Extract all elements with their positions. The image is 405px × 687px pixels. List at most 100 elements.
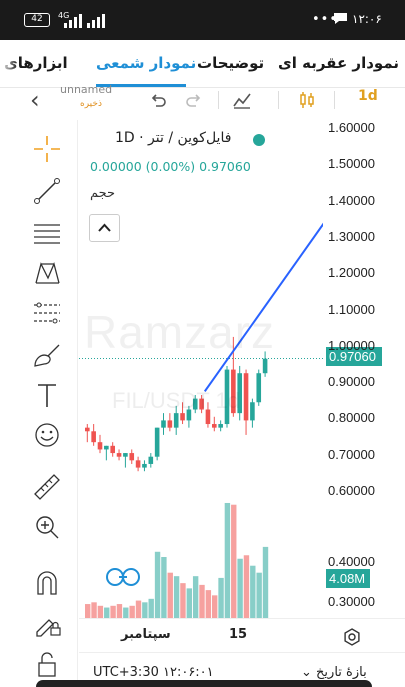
candle-body	[97, 442, 103, 450]
volume-bar	[256, 572, 262, 618]
volume-bar	[180, 583, 186, 618]
price-tick-label: 1.40000	[328, 192, 375, 208]
volume-bar	[97, 605, 104, 618]
volume-bar	[173, 576, 180, 618]
price-tick-label: 1.20000	[328, 265, 375, 281]
time-axis[interactable]: سپتامبر 15	[79, 618, 405, 652]
lock-icon[interactable]	[30, 648, 64, 682]
volume-bar	[116, 604, 123, 618]
indicators-icon[interactable]	[232, 90, 252, 110]
save-status: ذخیره	[80, 99, 102, 109]
tab-fade	[0, 40, 18, 86]
volume-bar	[243, 555, 250, 618]
horizontal-lines-icon[interactable]	[30, 216, 64, 250]
interval-selector[interactable]: 1d	[358, 88, 378, 104]
price-tick-label: 0.40000	[328, 554, 375, 569]
price-axis[interactable]: 0.97060 4.08M 1.60000 1.50000 1.40000 1.300…	[323, 116, 405, 618]
ruler-icon[interactable]	[30, 470, 64, 504]
emoji-icon[interactable]	[30, 418, 64, 452]
volume-bar	[199, 584, 205, 618]
timezone-clock[interactable]: UTC+3:30 ۱۲:۰۶:۰۱	[93, 665, 214, 680]
volume-bar	[85, 604, 91, 618]
chevron-up-icon	[98, 223, 111, 232]
layout-name[interactable]: unnamed	[60, 83, 112, 96]
candle-body	[142, 463, 147, 468]
tab-candlestick-chart[interactable]: نمودار شمعی	[96, 54, 196, 72]
bottom-sheet-handle[interactable]	[36, 680, 372, 687]
tab-description[interactable]: توضیحات	[197, 54, 264, 72]
battery-icon: 42	[24, 13, 50, 27]
date-range-label: بازهٔ تاریخ	[316, 665, 367, 680]
zoom-in-icon[interactable]	[30, 510, 64, 544]
volume-bar	[104, 607, 110, 618]
tab-bar: نمودار عقربه ای توضیحات نمودار شمعی ابزا…	[0, 40, 405, 88]
price-tick-label: 0.30000	[328, 594, 375, 609]
drawing-toolbar	[0, 120, 78, 687]
ohlc-values: 0.00000 (0.00%) 0.97060	[90, 159, 251, 174]
candle-body	[173, 413, 179, 428]
collapse-legend-button[interactable]	[89, 214, 120, 242]
volume-bar	[135, 600, 142, 618]
candle-body	[85, 427, 90, 432]
brush-icon[interactable]	[30, 338, 64, 372]
crosshair-icon[interactable]	[30, 132, 64, 166]
lock-drawings-icon[interactable]	[30, 606, 64, 640]
candle-body	[116, 453, 122, 457]
volume-bar	[91, 602, 97, 618]
price-tick-label: 1.10000	[328, 301, 375, 317]
month-label: سپتامبر	[121, 627, 171, 642]
price-tick-label: 1.00000	[328, 337, 375, 353]
date-range-button[interactable]: ⌄ بازهٔ تاریخ	[301, 665, 367, 680]
signal-icon	[64, 14, 105, 28]
text-icon[interactable]	[30, 378, 64, 412]
toolbar-divider	[218, 91, 219, 109]
chevron-down-icon: ⌄	[301, 665, 317, 680]
watermark-symbol: FIL/USDT 1d	[112, 388, 240, 413]
price-tick-label: 0.90000	[328, 374, 375, 390]
symbol-title[interactable]: فایل‌کوین / تتر · 1D	[115, 130, 231, 146]
redo-icon[interactable]	[184, 90, 204, 110]
candle-body	[218, 424, 223, 428]
message-icon	[334, 13, 347, 24]
candlestick-chart[interactable]	[79, 116, 323, 618]
volume-bar	[192, 576, 199, 618]
volume-bar	[250, 565, 256, 618]
tab-line-chart[interactable]: نمودار عقربه ای	[278, 54, 399, 72]
chart-canvas[interactable]	[79, 116, 323, 618]
candle-body	[110, 445, 115, 454]
price-tick-label: 0.70000	[328, 446, 375, 462]
candle-body	[262, 358, 268, 374]
volume-bar	[129, 605, 135, 618]
volume-bar	[205, 590, 212, 618]
candle-body	[212, 424, 217, 428]
day-label: 15	[229, 627, 248, 642]
volume-bar	[218, 577, 224, 618]
toolbar-divider	[278, 91, 279, 109]
status-time: ۱۲:۰۶	[352, 12, 382, 26]
watermark-brand: Ramzarz	[84, 306, 276, 358]
candle-body	[129, 453, 135, 461]
volume-bar	[110, 605, 116, 618]
undo-icon[interactable]	[148, 90, 168, 110]
volume-bar	[154, 551, 161, 618]
volume-bar	[142, 602, 148, 618]
candle-body	[180, 413, 185, 421]
trend-line-icon[interactable]	[30, 174, 64, 208]
back-icon[interactable]: ‹	[30, 86, 40, 114]
candle-type-icon[interactable]	[297, 90, 317, 110]
candle-body	[256, 373, 262, 403]
candle-body	[91, 431, 96, 443]
settings-icon[interactable]	[342, 627, 362, 647]
candle-body	[161, 420, 166, 428]
price-tick-label: 0.60000	[328, 483, 375, 498]
volume-label[interactable]: حجم	[90, 186, 115, 201]
volume-bar	[186, 588, 192, 618]
candle-body	[104, 445, 109, 450]
pattern-icon[interactable]	[30, 256, 64, 290]
candle-body	[250, 402, 255, 421]
volume-bar	[123, 607, 129, 618]
volume-bar	[224, 502, 231, 618]
candle-body	[167, 420, 173, 428]
fibonacci-icon[interactable]	[30, 296, 64, 330]
magnet-icon[interactable]	[30, 566, 64, 600]
